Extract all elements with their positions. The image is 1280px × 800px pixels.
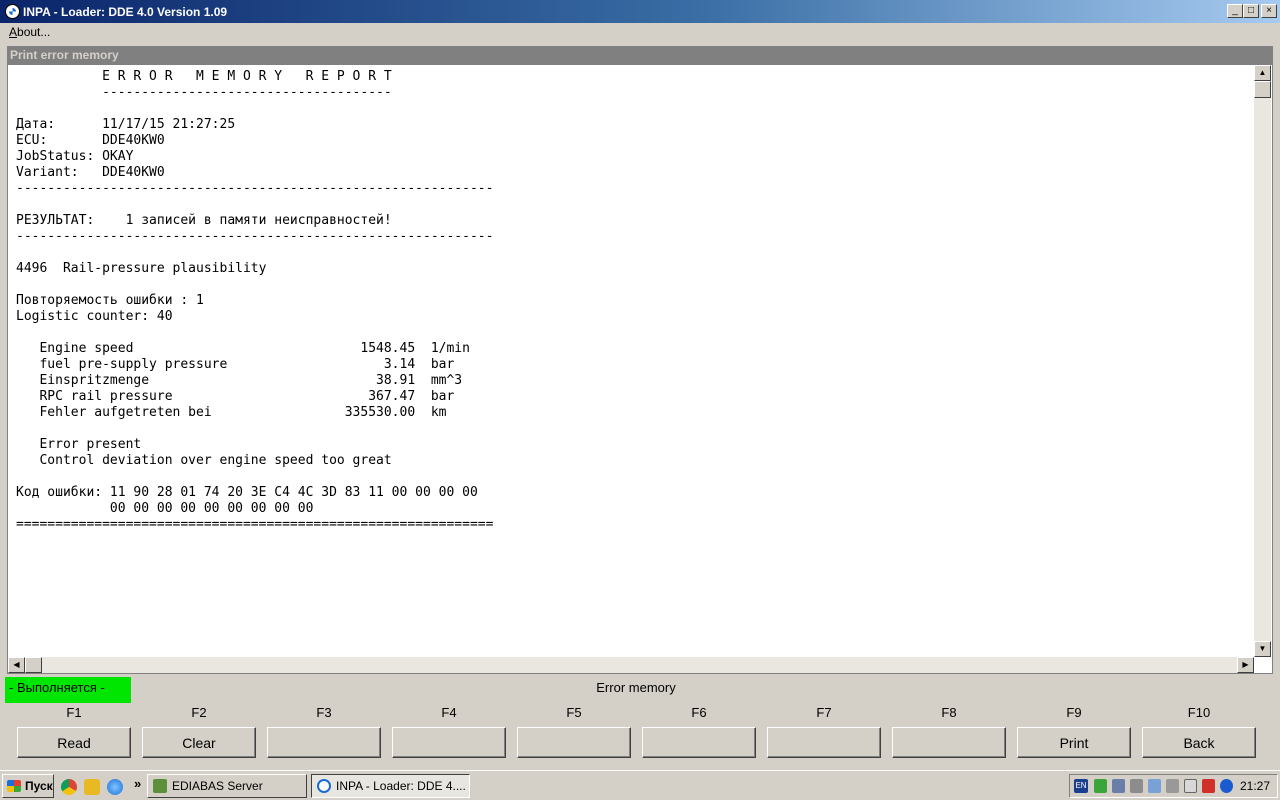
report-line: JobStatus: OKAY xyxy=(16,149,134,164)
report-line: Error present xyxy=(16,437,142,452)
system-tray: EN 21:27 xyxy=(1069,774,1278,798)
report-line: RPC rail pressure 367.47 bar xyxy=(16,389,455,404)
fkey-button-f9[interactable]: Print xyxy=(1017,727,1131,758)
menu-about-label: bout... xyxy=(17,25,51,39)
report-line xyxy=(16,101,493,117)
error-memory-report: E R R O R M E M O R Y R E P O R T ------… xyxy=(16,69,493,533)
horizontal-scrollbar[interactable]: ◀ ▶ xyxy=(8,657,1254,673)
window-titlebar[interactable]: INPA - Loader: DDE 4.0 Version 1.09 _ □ … xyxy=(0,0,1280,23)
horizontal-scroll-thumb[interactable] xyxy=(25,657,42,673)
fkey-label-f7: F7 xyxy=(816,705,832,720)
report-text-area[interactable]: E R R O R M E M O R Y R E P O R T ------… xyxy=(7,64,1273,674)
tray-app-icon[interactable] xyxy=(1094,779,1107,793)
section-title: Error memory xyxy=(596,680,676,695)
menu-about-mnemonic: A xyxy=(9,25,18,39)
fkey-label-f3: F3 xyxy=(316,705,332,720)
scroll-right-icon[interactable]: ▶ xyxy=(1237,657,1254,673)
report-line: ----------------------------------------… xyxy=(16,181,494,196)
status-row: Error memory - Выполняется - xyxy=(0,677,1280,703)
report-line: E R R O R M E M O R Y R E P O R T xyxy=(16,69,392,84)
start-button[interactable]: Пуск xyxy=(2,774,54,798)
windows-flag-icon xyxy=(7,780,21,792)
report-line xyxy=(16,469,493,485)
fkey-label-f10: F10 xyxy=(1187,705,1211,720)
system-clock[interactable]: 21:27 xyxy=(1240,779,1270,793)
report-line: ========================================… xyxy=(16,517,494,532)
antivirus-shield-icon[interactable] xyxy=(1202,779,1215,793)
report-line: РЕЗУЛЬТАТ: 1 записей в памяти неисправно… xyxy=(16,213,392,228)
running-status-badge: - Выполняется - xyxy=(5,677,131,703)
inpa-icon xyxy=(317,779,331,793)
task-ediabas-server[interactable]: EDIABAS Server xyxy=(147,774,307,798)
menu-bar: About... xyxy=(0,23,1280,41)
report-line: Engine speed 1548.45 1/min xyxy=(16,341,470,356)
report-line: fuel pre-supply pressure 3.14 bar xyxy=(16,357,455,372)
fkey-button-f4[interactable] xyxy=(392,727,506,758)
fkey-button-f2[interactable]: Clear xyxy=(142,727,256,758)
fkey-button-f3[interactable] xyxy=(267,727,381,758)
network-disconnected-icon[interactable] xyxy=(1130,779,1143,793)
fkey-label-f2: F2 xyxy=(191,705,207,720)
report-line: Дата: 11/17/15 21:27:25 xyxy=(16,117,236,132)
fkey-label-f8: F8 xyxy=(941,705,957,720)
language-indicator[interactable]: EN xyxy=(1074,779,1088,793)
ediabas-icon xyxy=(153,779,167,793)
task-label: EDIABAS Server xyxy=(172,779,263,793)
panel-title: Print error memory xyxy=(7,46,1273,64)
chrome-icon[interactable] xyxy=(61,779,77,795)
scroll-left-icon[interactable]: ◀ xyxy=(8,657,25,673)
report-line: Повторяемость ошибки : 1 xyxy=(16,293,204,308)
fkey-label-f9: F9 xyxy=(1066,705,1082,720)
fkey-button-f10[interactable]: Back xyxy=(1142,727,1256,758)
report-line: 00 00 00 00 00 00 00 00 00 xyxy=(16,501,314,516)
report-line: Control deviation over engine speed too … xyxy=(16,453,392,468)
vertical-scrollbar[interactable]: ▲ ▼ xyxy=(1254,65,1271,657)
fkey-button-f8[interactable] xyxy=(892,727,1006,758)
report-line xyxy=(16,325,493,341)
report-line: Variant: DDE40KW0 xyxy=(16,165,165,180)
quicklaunch-chevron-icon[interactable]: » xyxy=(134,776,141,791)
report-line xyxy=(16,277,493,293)
tray-tool-icon[interactable] xyxy=(1148,779,1161,793)
minimize-button[interactable]: _ xyxy=(1227,4,1243,18)
close-button[interactable]: × xyxy=(1261,4,1277,18)
fkey-button-f7[interactable] xyxy=(767,727,881,758)
tray-device-icon[interactable] xyxy=(1166,779,1179,793)
report-line: ------------------------------------- xyxy=(16,85,392,100)
pencil-tool-icon[interactable] xyxy=(84,779,100,795)
report-line: ----------------------------------------… xyxy=(16,229,494,244)
menu-about[interactable]: About... xyxy=(9,25,50,39)
task-label: INPA - Loader: DDE 4.... xyxy=(336,779,466,793)
report-line xyxy=(16,197,493,213)
fkey-label-f4: F4 xyxy=(441,705,457,720)
report-line: Fehler aufgetreten bei 335530.00 km xyxy=(16,405,447,420)
fkey-label-f6: F6 xyxy=(691,705,707,720)
fkey-button-f1[interactable]: Read xyxy=(17,727,131,758)
report-line xyxy=(16,421,493,437)
report-line: Код ошибки: 11 90 28 01 74 20 3E C4 4C 3… xyxy=(16,485,478,500)
vertical-scroll-thumb[interactable] xyxy=(1254,81,1271,98)
start-label: Пуск xyxy=(25,779,53,793)
taskbar: Пуск » EDIABAS Server INPA - Loader: DDE… xyxy=(0,770,1280,800)
maximize-button[interactable]: □ xyxy=(1243,4,1259,18)
task-inpa-loader[interactable]: INPA - Loader: DDE 4.... xyxy=(311,774,470,798)
scroll-up-icon[interactable]: ▲ xyxy=(1254,65,1271,81)
report-line xyxy=(16,245,493,261)
window-title: INPA - Loader: DDE 4.0 Version 1.09 xyxy=(23,5,228,19)
network-icon[interactable] xyxy=(1112,779,1125,793)
fkey-label-f5: F5 xyxy=(566,705,582,720)
report-line: 4496 Rail-pressure plausibility xyxy=(16,261,267,276)
internet-explorer-icon[interactable] xyxy=(107,779,123,795)
report-line: Logistic counter: 40 xyxy=(16,309,173,324)
bluetooth-icon[interactable] xyxy=(1220,779,1233,793)
fkey-button-f6[interactable] xyxy=(642,727,756,758)
scroll-down-icon[interactable]: ▼ xyxy=(1254,641,1271,657)
fkey-label-f1: F1 xyxy=(66,705,82,720)
fkey-button-f5[interactable] xyxy=(517,727,631,758)
bmw-logo-icon[interactable] xyxy=(5,4,20,19)
usb-icon[interactable] xyxy=(1184,779,1197,793)
report-line: ECU: DDE40KW0 xyxy=(16,133,165,148)
report-line: Einspritzmenge 38.91 mm^3 xyxy=(16,373,463,388)
